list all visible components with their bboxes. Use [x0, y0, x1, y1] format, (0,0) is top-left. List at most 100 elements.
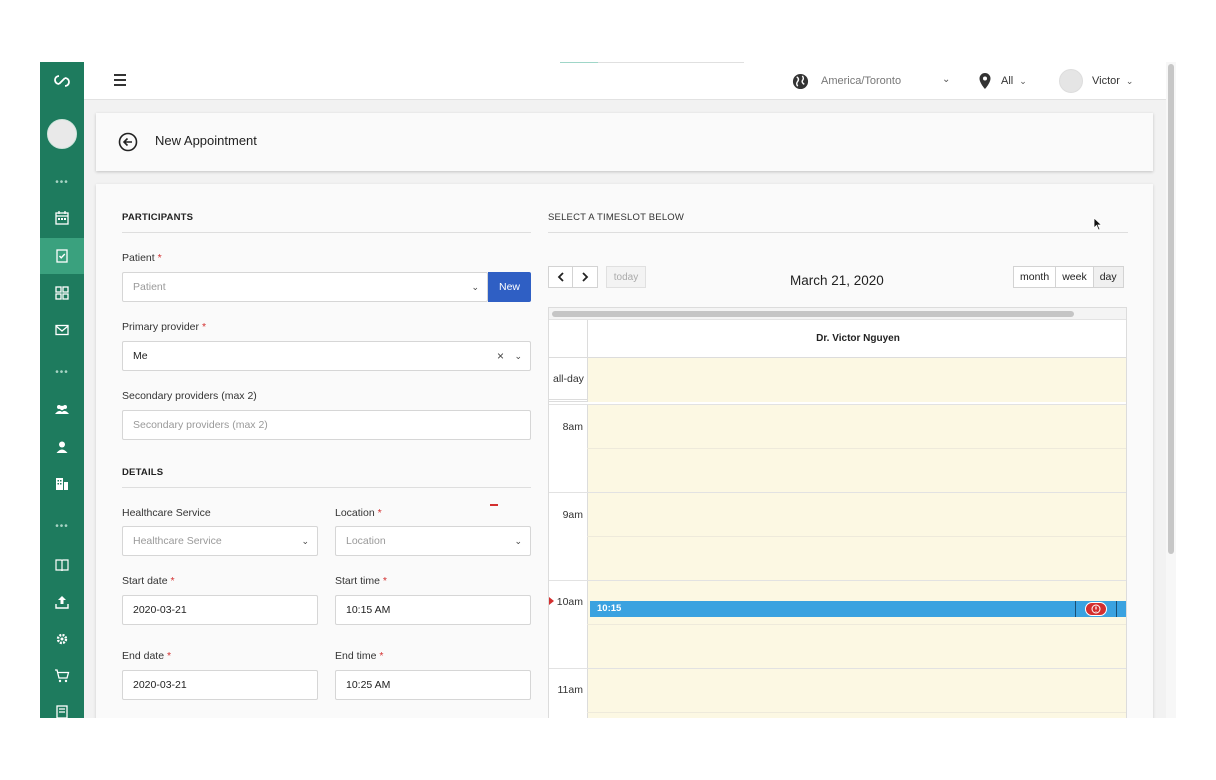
healthcare-service-label: Healthcare Service [122, 507, 211, 519]
location-pin-icon [979, 73, 991, 89]
billing-icon[interactable] [40, 694, 84, 718]
more-dots-icon: ••• [55, 367, 69, 378]
healthcare-service-select[interactable]: Healthcare Service ⌄ [122, 526, 318, 556]
half-hour-line [587, 712, 1126, 713]
end-date-input[interactable]: 2020-03-21 [122, 670, 318, 700]
all-day-row[interactable]: all-day [549, 358, 1126, 402]
half-hour-line [587, 536, 1126, 537]
location-filter-value: All [1001, 75, 1014, 87]
event-time: 10:15 [597, 603, 622, 614]
chevron-down-icon: ⌄ [471, 282, 479, 292]
hour-line [549, 404, 1126, 405]
users-icon[interactable] [40, 391, 84, 427]
end-date-label: End date * [122, 650, 172, 662]
primary-provider-value: Me [133, 350, 148, 362]
primary-provider-label: Primary provider * [122, 321, 207, 333]
globe-icon [792, 73, 809, 89]
divider [548, 232, 1128, 233]
chevron-down-icon: ⌄ [942, 74, 951, 85]
mail-icon[interactable] [40, 312, 84, 348]
page-header: New Appointment [96, 113, 1153, 171]
cart-icon[interactable] [40, 658, 84, 694]
location-filter[interactable]: All ⌄ [979, 72, 1027, 90]
user-icon[interactable] [40, 429, 84, 465]
remove-event-icon[interactable] [1085, 602, 1107, 616]
hour-line [549, 492, 1126, 493]
details-section-title: DETAILS [122, 467, 164, 478]
today-button[interactable]: today [606, 266, 646, 288]
grid-icon[interactable] [40, 275, 84, 311]
timezone-selector[interactable]: America/Toronto ⌄ [792, 72, 950, 90]
start-date-value: 2020-03-21 [133, 604, 187, 616]
healthcare-service-placeholder: Healthcare Service [133, 535, 222, 547]
chevron-down-icon: ⌄ [514, 351, 522, 361]
hour-line [549, 580, 1126, 581]
avatar[interactable] [47, 119, 77, 149]
building-icon[interactable] [40, 466, 84, 502]
calendar-date-title: March 21, 2020 [790, 273, 884, 288]
secondary-providers-input[interactable]: Secondary providers (max 2) [122, 410, 531, 440]
start-date-input[interactable]: 2020-03-21 [122, 595, 318, 625]
start-time-input[interactable]: 10:15 AM [335, 595, 531, 625]
user-name: Victor [1092, 75, 1120, 87]
logo-icon[interactable] [40, 63, 84, 99]
event-resize-handle[interactable] [1075, 601, 1076, 617]
topbar-progress-line [560, 62, 744, 63]
timezone-value: America/Toronto [821, 75, 902, 87]
app-window: ••• ••• ••• America/Toronto ⌄ All ⌄ Vict… [40, 62, 1176, 718]
start-date-label: Start date * [122, 575, 175, 587]
chevron-down-icon: ⌄ [514, 536, 522, 546]
divider [122, 487, 531, 488]
back-arrow-icon[interactable] [118, 132, 138, 152]
start-time-value: 10:15 AM [346, 604, 391, 616]
time-grid[interactable]: 8am 9am 10am 11am 10:15 [549, 404, 1126, 718]
day-calendar: Dr. Victor Nguyen all-day 8am 9am 10am 1… [548, 307, 1127, 718]
vertical-scrollbar[interactable] [1166, 62, 1176, 718]
secondary-providers-label: Secondary providers (max 2) [122, 390, 257, 402]
book-icon[interactable] [40, 547, 84, 583]
hour-line [549, 668, 1126, 669]
end-time-label: End time * [335, 650, 384, 662]
view-day-button[interactable]: day [1093, 267, 1123, 287]
error-mark [490, 504, 498, 506]
more-dots-icon: ••• [55, 177, 69, 188]
start-time-label: Start time * [335, 575, 387, 587]
primary-provider-select[interactable]: Me × ⌄ [122, 341, 531, 371]
all-day-slot[interactable] [587, 358, 1126, 402]
view-month-button[interactable]: month [1014, 267, 1057, 287]
chevron-down-icon: ⌄ [1125, 75, 1134, 86]
prev-day-button[interactable] [548, 266, 573, 288]
participants-section-title: PARTICIPANTS [122, 212, 194, 223]
hour-label: 9am [562, 509, 583, 521]
location-select[interactable]: Location ⌄ [335, 526, 531, 556]
time-slots[interactable] [587, 404, 1126, 718]
divider [122, 232, 531, 233]
next-day-button[interactable] [573, 266, 598, 288]
hamburger-menu-icon[interactable] [114, 74, 126, 86]
now-indicator-arrow [549, 597, 554, 605]
gear-icon[interactable] [40, 621, 84, 657]
topbar: America/Toronto ⌄ All ⌄ Victor ⌄ [84, 62, 1166, 100]
patient-select[interactable]: Patient ⌄ [122, 272, 488, 302]
selected-timeslot-event[interactable]: 10:15 [590, 601, 1126, 617]
hour-label: 11am [557, 684, 584, 696]
upload-icon[interactable] [40, 584, 84, 620]
chevron-down-icon: ⌄ [1019, 75, 1027, 86]
all-day-label: all-day [553, 373, 584, 385]
secondary-providers-placeholder: Secondary providers (max 2) [133, 419, 268, 431]
mouse-cursor-icon [1093, 217, 1103, 231]
user-menu[interactable]: Victor ⌄ [1059, 68, 1133, 94]
clear-icon[interactable]: × [497, 349, 504, 363]
hour-label: 8am [562, 421, 583, 433]
end-time-input[interactable]: 10:25 AM [335, 670, 531, 700]
end-date-value: 2020-03-21 [133, 679, 187, 691]
user-avatar [1059, 69, 1083, 93]
view-week-button[interactable]: week [1056, 267, 1094, 287]
view-switcher: month week day [1013, 266, 1124, 288]
horizontal-scrollbar[interactable] [549, 308, 1126, 320]
event-resize-handle[interactable] [1116, 601, 1117, 617]
clipboard-check-icon[interactable] [40, 238, 84, 274]
new-patient-button[interactable]: New [488, 272, 531, 302]
time-gutter-header [549, 320, 587, 358]
calendar-icon[interactable] [40, 200, 84, 236]
